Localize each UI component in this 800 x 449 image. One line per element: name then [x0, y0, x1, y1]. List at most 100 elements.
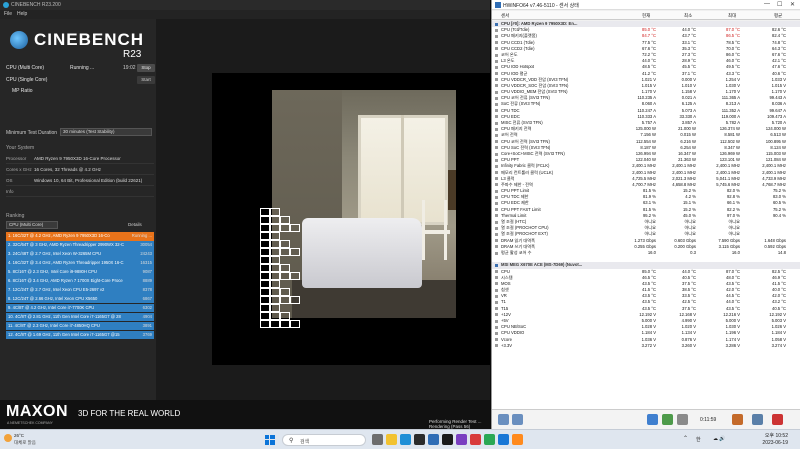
app-icon[interactable] — [470, 434, 481, 445]
app-icon[interactable] — [484, 434, 495, 445]
report-icon[interactable] — [662, 414, 673, 425]
taskbar: 26°C 대체로 맑음 ⚲ 검색 ⌃ 한 ☁ 🔊 오후 10:52 2023-0… — [0, 429, 800, 449]
windows-start-icon[interactable] — [265, 435, 275, 445]
render-bucket-tile — [270, 320, 280, 328]
search-placeholder: 검색 — [300, 439, 310, 445]
ranking-item[interactable]: 1. 16C/32T @ 4.2 GHz, AMD Ryzen 9 7950X3… — [6, 232, 154, 241]
settings-icon[interactable] — [752, 414, 763, 425]
render-bucket-tile — [260, 224, 270, 232]
sensor-icon — [495, 307, 498, 311]
ranking-item[interactable]: 2. 32C/64T @ 3 GHz, AMD Ryzen Threadripp… — [6, 240, 154, 250]
sensor-icon — [495, 338, 498, 342]
hwinfo-titlebar[interactable]: HWiNFO64 v7.46-5110 - 센서 상태 — ☐ ✕ — [492, 0, 800, 10]
app-icon[interactable] — [512, 434, 523, 445]
sensor-icon — [495, 158, 498, 162]
cinebench-window: CINEBENCH R23.200 File Help CINEBENCH R2… — [0, 0, 490, 429]
sensor-icon — [495, 183, 498, 187]
details-button[interactable]: Details — [128, 222, 142, 227]
nav-back-icon[interactable] — [498, 414, 509, 425]
sensor-icon — [495, 146, 498, 150]
column-current[interactable]: 현재 — [642, 13, 650, 19]
ranking-item[interactable]: 6. 8C/16T @ 3.4 GHz, AMD Ryzen 7 1700X E… — [6, 276, 154, 286]
network-volume-tray-icon[interactable]: ☁ 🔊 — [713, 436, 726, 442]
sensor-icon — [495, 127, 498, 131]
sensor-row[interactable]: +3.3V 3.272 V 3.260 V 3.286 V 3.274 V — [492, 343, 800, 349]
min-test-duration-label: Minimum Test Duration — [6, 130, 58, 136]
sensor-icon — [495, 47, 498, 51]
store-icon[interactable] — [442, 434, 453, 445]
cinebench-menubar: File Help — [0, 10, 490, 19]
ranking-item[interactable]: 11. 4C/8T @ 2.3 GHz, Intel Core i7-4850H… — [6, 321, 154, 331]
stop-button[interactable]: Stop — [137, 64, 155, 72]
close-sensors-icon[interactable] — [772, 414, 783, 425]
hwinfo-taskbar-icon[interactable] — [428, 434, 439, 445]
sensor-icon — [495, 344, 498, 348]
tray-date[interactable]: 2023-06-19 — [748, 440, 788, 446]
edge-browser-icon[interactable] — [400, 434, 411, 445]
render-bucket-tile — [270, 288, 280, 296]
ranking-item-score: 24243 — [140, 250, 152, 256]
sensor-value-cur: 3.272 V — [641, 342, 656, 348]
test-row-single-core: CPU (Single Core) Start — [6, 76, 155, 85]
column-avg[interactable]: 평균 — [774, 13, 782, 19]
ranking-item[interactable]: 12. 4C/8T @ 1.69 GHz, 11th Gen Intel Cor… — [6, 330, 154, 340]
ranking-item-score: 6867 — [142, 295, 152, 301]
weather-sun-icon[interactable] — [4, 434, 12, 442]
maximize-icon[interactable]: ☐ — [777, 1, 782, 8]
cinebench-titlebar[interactable]: CINEBENCH R23.200 — [0, 0, 490, 10]
tray-time[interactable]: 오후 10:52 — [756, 432, 788, 439]
render-viewport — [212, 73, 490, 365]
ranking-item-score: 3769 — [142, 331, 152, 337]
minimize-icon[interactable]: — — [764, 1, 770, 7]
sensor-icon — [495, 239, 498, 243]
weather-temperature[interactable]: 26°C — [14, 433, 24, 438]
start-button[interactable]: Start — [137, 76, 155, 84]
ranking-item[interactable]: 9. 4C/8T @ 4.2 GHz, Intel Core i7-7700K … — [6, 303, 154, 313]
column-max[interactable]: 최대 — [728, 13, 736, 19]
ranking-item[interactable]: 7. 12C/24T @ 2.7 GHz, Intel Xeon CPU E5-… — [6, 285, 154, 295]
menu-help[interactable]: Help — [17, 11, 27, 17]
close-icon[interactable]: ✕ — [790, 1, 795, 8]
file-explorer-icon[interactable] — [386, 434, 397, 445]
app-icon[interactable] — [456, 434, 467, 445]
sensor-icon — [495, 232, 498, 236]
cinebench-taskbar-icon[interactable] — [414, 434, 425, 445]
ranking-item[interactable]: 3. 24C/48T @ 2.7 GHz, Intel Xeon W-3265M… — [6, 249, 154, 259]
column-min[interactable]: 최소 — [684, 13, 692, 19]
hwinfo-sensor-table[interactable]: CPU [#0]: AMD Ryzen 9 7950X3D: En... CPU … — [492, 21, 800, 409]
ranking-select[interactable]: CPU (Multi Core) — [6, 221, 58, 229]
ranking-item-score: 30054 — [140, 241, 152, 247]
ranking-item[interactable]: 5. 8C/16T @ 2.3 GHz, Intel Core i9-9880H… — [6, 267, 154, 277]
render-bucket-tile — [260, 216, 270, 224]
ranking-item[interactable]: 8. 12C/24T @ 2.66 GHz, Intel Xeon CPU X5… — [6, 294, 154, 304]
render-bucket-tile — [270, 240, 280, 248]
app-icon[interactable] — [498, 434, 509, 445]
configure-icon[interactable] — [732, 414, 743, 425]
render-bucket-tile — [270, 312, 280, 320]
weather-description[interactable]: 대체로 맑음 — [14, 440, 36, 446]
render-bucket-tile — [290, 296, 300, 304]
taskbar-search-box[interactable]: ⚲ 검색 — [282, 434, 366, 446]
ranking-item[interactable]: 4. 16C/32T @ 3.4 GHz, AMD Ryzen Threadri… — [6, 258, 154, 268]
sensor-icon — [495, 65, 498, 69]
sensor-icon — [495, 41, 498, 45]
input-language-indicator[interactable]: 한 — [696, 436, 701, 443]
network-icon[interactable] — [647, 414, 658, 425]
ranking-item[interactable]: 10. 4C/8T @ 2.81 GHz, 11th Gen Intel Cor… — [6, 312, 154, 322]
tray-overflow-chevron-icon[interactable]: ⌃ — [683, 435, 688, 442]
render-bucket-tile — [260, 208, 270, 216]
render-bucket-tile — [280, 248, 290, 256]
hwinfo-window-title: HWiNFO64 v7.46-5110 - 센서 상태 — [503, 3, 579, 9]
maxon-logo: MAXON — [6, 403, 69, 420]
render-bucket-tile — [260, 264, 270, 272]
render-bucket-tile — [270, 256, 280, 264]
column-sensor[interactable]: 센서 — [501, 13, 509, 19]
task-view-icon[interactable] — [372, 434, 383, 445]
min-test-duration-select[interactable]: 30 minutes (Test Stability) — [60, 128, 152, 136]
sensor-icon — [495, 84, 498, 88]
ranking-item-label: 2. 32C/64T @ 3 GHz, AMD Ryzen Threadripp… — [8, 241, 125, 247]
sensor-name: +3.3V — [501, 342, 513, 348]
chip-icon — [495, 22, 498, 26]
nav-forward-icon[interactable] — [512, 414, 523, 425]
menu-file[interactable]: File — [4, 11, 12, 17]
